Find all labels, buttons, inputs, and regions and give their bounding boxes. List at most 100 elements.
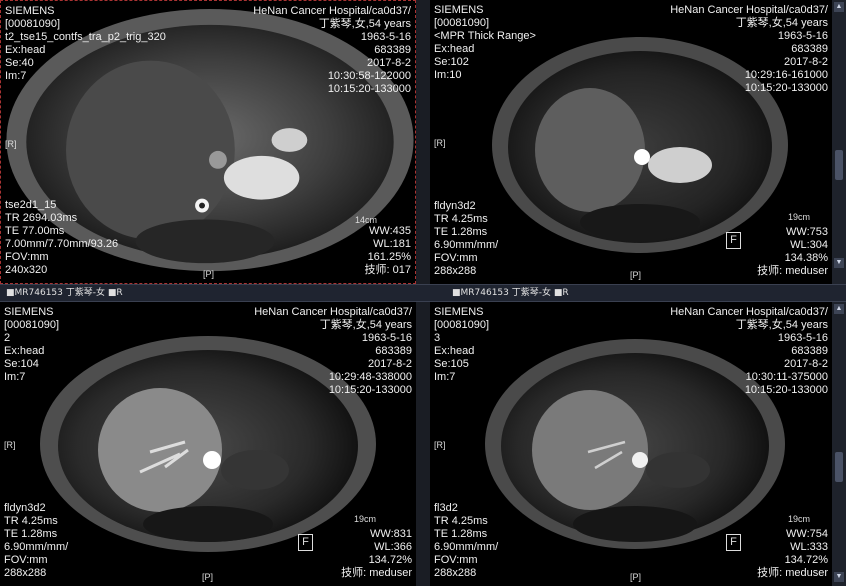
scrollbar-bottom[interactable]: ▲ ▼ — [832, 302, 846, 586]
window-width-label: WW:831 — [370, 528, 412, 540]
institution-label: HeNan Cancer Hospital/ca0d37/ — [670, 4, 828, 16]
acquisition-time-label: 10:29:48-338000 — [328, 371, 412, 383]
image-number-label: Im:7 — [5, 70, 27, 82]
series-label: Se:105 — [434, 358, 469, 370]
series-label: Se:102 — [434, 56, 469, 68]
scale-label: 19cm — [787, 514, 810, 524]
orientation-right-marker: [R] — [5, 139, 17, 149]
exam-label: Ex:head — [4, 345, 45, 357]
acquisition-time-label: 10:30:58-122000 — [327, 70, 411, 82]
scale-label: 19cm — [787, 212, 810, 222]
manufacturer-label: SIEMENS — [5, 5, 55, 17]
technician-label: 技师: meduser — [757, 265, 828, 277]
study-date-label: 2017-8-2 — [783, 56, 828, 68]
exam-label: Ex:head — [434, 345, 475, 357]
overlay-top-left: SIEMENS [00081090] t2_tse15_contfs_tra_p… — [5, 5, 166, 83]
zoom-label: 134.38% — [784, 252, 828, 264]
technician-label: 技师: meduser — [757, 567, 828, 579]
study-time-label: 10:15:20-133000 — [744, 82, 828, 94]
overlay-top-left: SIEMENS [00081090] 2 Ex:head Se:104 Im:7 — [4, 306, 59, 384]
matrix-label: 240x320 — [5, 264, 48, 276]
slice-thickness-label: 7.00mm/7.70mm/93.26 — [5, 238, 119, 250]
window-level-label: WL:181 — [373, 238, 411, 250]
patient-id-label: 683389 — [791, 345, 828, 357]
scroll-thumb[interactable] — [835, 150, 843, 180]
image-number-label: Im:7 — [4, 371, 26, 383]
acquisition-time-label: 10:29:16-161000 — [744, 69, 828, 81]
technician-label: 技师: meduser — [341, 567, 412, 579]
manufacturer-label: SIEMENS — [4, 306, 54, 318]
orientation-posterior-marker: [P] — [203, 269, 215, 279]
horizontal-divider[interactable]: ■MR746153 丁紫琴-女 ■R ■MR746153 丁紫琴-女 ■R — [0, 284, 846, 302]
birth-date-label: 1963-5-16 — [777, 332, 828, 344]
patient-label: 丁紫琴,女,54 years — [318, 18, 411, 30]
sequence-label: 2 — [4, 332, 11, 344]
flip-marker-icon: F — [298, 534, 313, 551]
matrix-label: 288x288 — [4, 567, 47, 579]
manufacturer-label: SIEMENS — [434, 4, 484, 16]
viewport-3[interactable]: SIEMENS [00081090] 2 Ex:head Se:104 Im:7… — [0, 302, 416, 586]
fov-label: FOV:mm — [434, 554, 478, 566]
technician-label: 技师: 017 — [364, 264, 411, 276]
study-time-label: 10:15:20-133000 — [744, 384, 828, 396]
scroll-up-arrow-icon[interactable]: ▲ — [834, 2, 844, 12]
scroll-thumb[interactable] — [835, 452, 843, 482]
viewport-title-left: ■MR746153 丁紫琴-女 ■R — [6, 288, 123, 298]
sequence-label: t2_tse15_contfs_tra_p2_trig_320 — [5, 31, 166, 43]
tr-label: TR 4.25ms — [434, 213, 488, 225]
window-level-label: WL:366 — [374, 541, 412, 553]
matrix-label: 288x288 — [434, 567, 477, 579]
flip-marker-icon: F — [726, 232, 741, 249]
exam-label: Ex:head — [434, 43, 475, 55]
te-label: TE 77.00ms — [5, 225, 65, 237]
zoom-label: 134.72% — [368, 554, 412, 566]
overlay-bottom-left: fldyn3d2 TR 4.25ms TE 1.28ms 6.90mm/mm/ … — [434, 200, 498, 278]
te-label: TE 1.28ms — [434, 528, 488, 540]
scroll-down-arrow-icon[interactable]: ▼ — [834, 572, 844, 582]
zoom-label: 161.25% — [367, 251, 411, 263]
patient-label: 丁紫琴,女,54 years — [735, 17, 828, 29]
sequence-label: <MPR Thick Range> — [434, 30, 536, 42]
birth-date-label: 1963-5-16 — [360, 31, 411, 43]
scrollbar-top[interactable]: ▲ ▼ — [832, 0, 846, 284]
viewport-4[interactable]: SIEMENS [00081090] 3 Ex:head Se:105 Im:7… — [430, 302, 832, 586]
study-id-label: [00081090] — [434, 17, 490, 29]
overlay-top-right: HeNan Cancer Hospital/ca0d37/ 丁紫琴,女,54 y… — [670, 306, 828, 397]
overlay-bottom-left: fl3d2 TR 4.25ms TE 1.28ms 6.90mm/mm/ FOV… — [434, 502, 498, 580]
matrix-label: 288x288 — [434, 265, 477, 277]
viewport-title-right: ■MR746153 丁紫琴-女 ■R — [452, 288, 569, 298]
flip-marker-icon: F — [726, 534, 741, 551]
patient-id-label: 683389 — [791, 43, 828, 55]
image-number-label: Im:7 — [434, 371, 456, 383]
manufacturer-label: SIEMENS — [434, 306, 484, 318]
overlay-bottom-left: fldyn3d2 TR 4.25ms TE 1.28ms 6.90mm/mm/ … — [4, 502, 68, 580]
scale-label: 14cm — [354, 215, 377, 225]
fov-label: FOV:mm — [4, 554, 48, 566]
slice-thickness-label: 6.90mm/mm/ — [4, 541, 69, 553]
overlay-top-right: HeNan Cancer Hospital/ca0d37/ 丁紫琴,女,54 y… — [670, 4, 828, 95]
overlay-bottom-right: WW:753 WL:304 134.38% 技师: meduser — [757, 226, 828, 278]
orientation-right-marker: [R] — [434, 440, 446, 450]
orientation-right-marker: [R] — [434, 138, 446, 148]
study-date-label: 2017-8-2 — [366, 57, 411, 69]
scroll-down-arrow-icon[interactable]: ▼ — [834, 258, 844, 268]
overlay-bottom-right: WW:435 WL:181 161.25% 技师: 017 — [365, 225, 411, 277]
institution-label: HeNan Cancer Hospital/ca0d37/ — [254, 306, 412, 318]
scale-label: 19cm — [353, 514, 376, 524]
study-id-label: [00081090] — [5, 18, 61, 30]
viewport-2[interactable]: SIEMENS [00081090] <MPR Thick Range> Ex:… — [430, 0, 832, 284]
series-label: Se:104 — [4, 358, 39, 370]
overlay-bottom-right: WW:754 WL:333 134.72% 技师: meduser — [757, 528, 828, 580]
study-date-label: 2017-8-2 — [783, 358, 828, 370]
patient-label: 丁紫琴,女,54 years — [735, 319, 828, 331]
overlay-top-right: HeNan Cancer Hospital/ca0d37/ 丁紫琴,女,54 y… — [254, 306, 412, 397]
institution-label: HeNan Cancer Hospital/ca0d37/ — [670, 306, 828, 318]
scroll-up-arrow-icon[interactable]: ▲ — [834, 304, 844, 314]
exam-label: Ex:head — [5, 44, 46, 56]
window-level-label: WL:333 — [790, 541, 828, 553]
protocol-label: tse2d1_15 — [5, 199, 57, 211]
viewport-1[interactable]: SIEMENS [00081090] t2_tse15_contfs_tra_p… — [0, 0, 416, 284]
study-time-label: 10:15:20-133000 — [327, 83, 411, 95]
window-width-label: WW:753 — [786, 226, 828, 238]
orientation-right-marker: [R] — [4, 440, 16, 450]
